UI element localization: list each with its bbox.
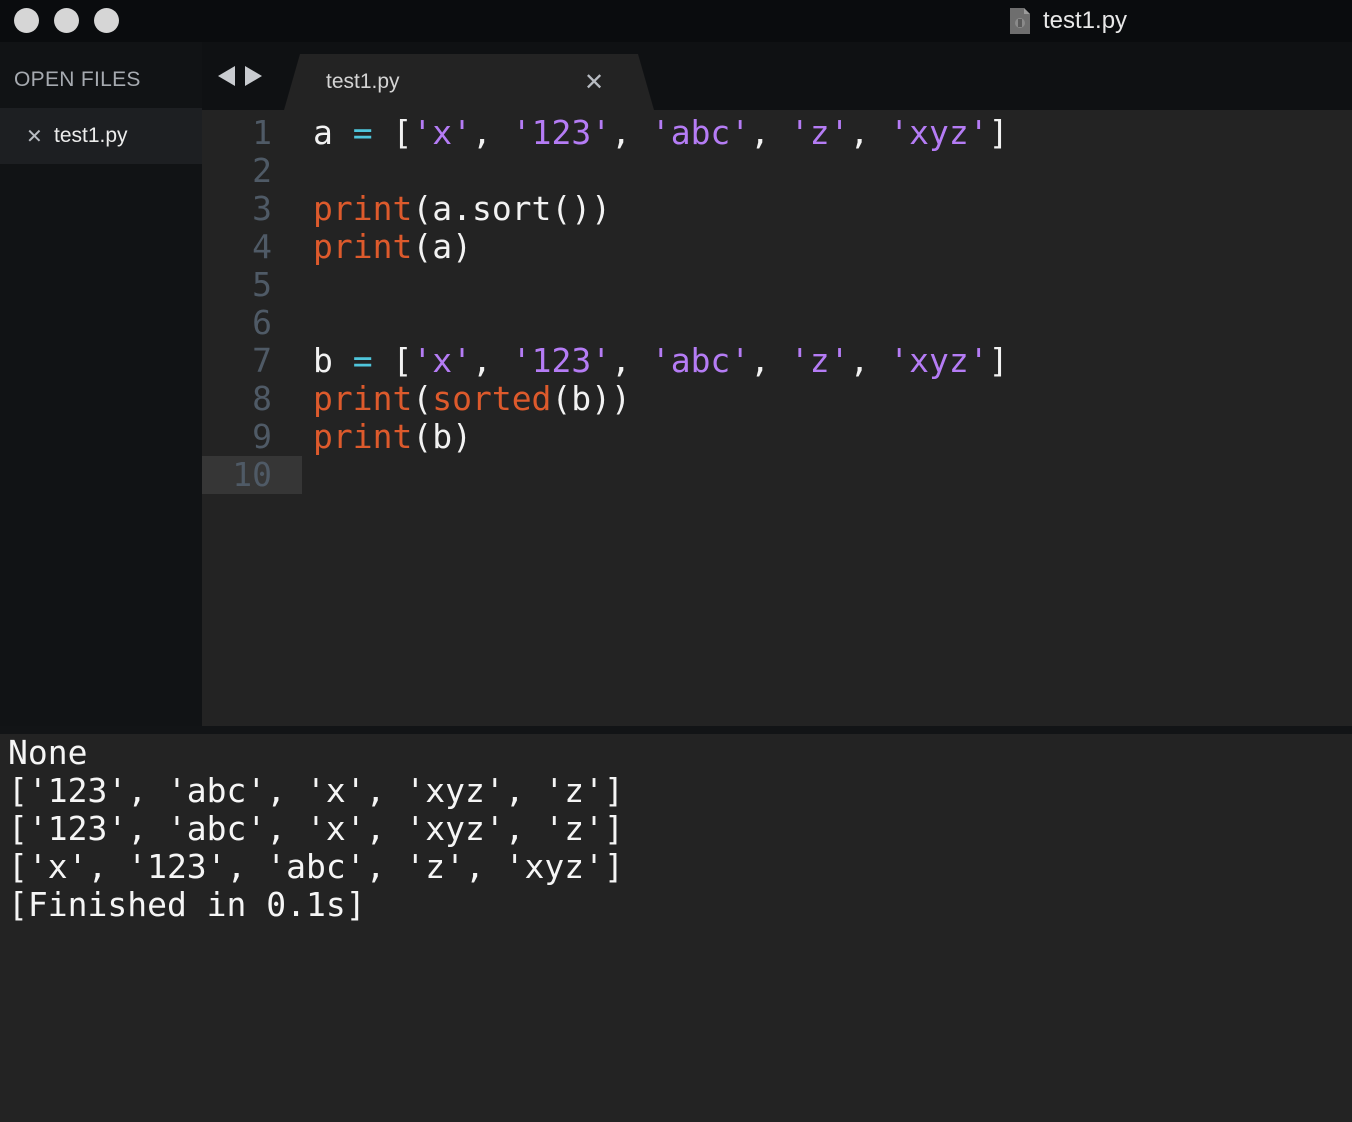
keyword-token: print — [313, 379, 413, 418]
code-text: print(a.sort()) — [313, 190, 611, 228]
text-token: , — [611, 113, 651, 152]
operator-token: = — [352, 341, 373, 380]
line-number: 7 — [252, 341, 272, 380]
output-line: ['x', '123', 'abc', 'z', 'xyz'] — [8, 847, 624, 886]
text-token: (a.sort()) — [412, 189, 612, 228]
line-number: 8 — [252, 379, 272, 418]
output-line: None — [8, 733, 88, 772]
keyword-token: sorted — [432, 379, 552, 418]
build-output-panel: None ['123', 'abc', 'x', 'xyz', 'z'] ['123… — [0, 734, 1352, 1122]
line-number: 2 — [252, 151, 272, 190]
text-token: ] — [988, 341, 1009, 380]
text-token: ] — [988, 113, 1009, 152]
zoom-window-button[interactable] — [94, 8, 119, 33]
line-number: 10 — [232, 455, 272, 494]
close-window-button[interactable] — [14, 8, 39, 33]
text-token: , — [750, 113, 790, 152]
sidebar: OPEN FILES ✕ test1.py — [0, 42, 202, 726]
operator-token: = — [352, 113, 373, 152]
text-token: , — [849, 113, 890, 152]
output-line: [Finished in 0.1s] — [8, 885, 366, 924]
string-token: 'abc' — [650, 113, 751, 152]
keyword-token: print — [313, 227, 413, 266]
panel-divider[interactable] — [0, 726, 1352, 734]
string-token: 'abc' — [650, 341, 751, 380]
code-line[interactable]: 6 — [202, 304, 1352, 342]
line-number: 1 — [252, 113, 272, 152]
code-line[interactable]: 10 — [202, 456, 1352, 494]
title-bar: test1.py — [0, 0, 1352, 42]
window-title: test1.py — [1009, 6, 1127, 36]
string-token: '123' — [511, 113, 612, 152]
keyword-token: print — [313, 189, 413, 228]
code-editor[interactable]: 1a = ['x', '123', 'abc', 'z', 'xyz'] 2 3 pr… — [202, 110, 1352, 726]
text-token: b — [313, 341, 353, 380]
close-icon[interactable]: ✕ — [26, 124, 48, 149]
code-line[interactable]: 3 print(a.sort()) — [202, 190, 1352, 228]
line-number: 5 — [252, 265, 272, 304]
code-line[interactable]: 2 — [202, 152, 1352, 190]
code-text: print(sorted(b)) — [313, 380, 631, 418]
python-file-icon — [1010, 8, 1030, 34]
tab-test1-py[interactable]: test1.py ✕ — [284, 54, 654, 110]
output-line: ['123', 'abc', 'x', 'xyz', 'z'] — [8, 771, 624, 810]
tab-close-icon[interactable]: ✕ — [584, 68, 604, 97]
code-line[interactable]: 1 a = ['x', '123', 'abc', 'z', 'xyz'] — [202, 114, 1352, 152]
keyword-token: print — [313, 417, 413, 456]
string-token: 'x' — [412, 341, 472, 380]
string-token: 'z' — [789, 113, 850, 152]
code-line[interactable]: 8 print(sorted(b)) — [202, 380, 1352, 418]
string-token: '123' — [511, 341, 612, 380]
text-token: , — [750, 341, 790, 380]
sidebar-item-test1-py[interactable]: ✕ test1.py — [0, 108, 202, 164]
sidebar-item-label: test1.py — [54, 124, 128, 147]
string-token: 'z' — [789, 341, 850, 380]
line-number: 4 — [252, 227, 272, 266]
text-token: , — [471, 113, 512, 152]
code-text: a = ['x', '123', 'abc', 'z', 'xyz'] — [313, 114, 1009, 152]
output-line: ['123', 'abc', 'x', 'xyz', 'z'] — [8, 809, 624, 848]
tab-navigation — [218, 66, 262, 86]
text-token: , — [611, 341, 651, 380]
text-token: [ — [372, 113, 413, 152]
text-token: [ — [372, 341, 413, 380]
text-token: , — [471, 341, 512, 380]
string-token: 'xyz' — [889, 113, 989, 152]
code-text: print(b) — [313, 418, 472, 456]
code-line[interactable]: 5 — [202, 266, 1352, 304]
text-token: (b) — [412, 417, 472, 456]
code-text: print(a) — [313, 228, 472, 266]
next-tab-arrow-icon[interactable] — [245, 66, 262, 86]
text-token: (b)) — [551, 379, 631, 418]
string-token: 'x' — [412, 113, 472, 152]
text-token: (a) — [412, 227, 472, 266]
code-line[interactable]: 4 print(a) — [202, 228, 1352, 266]
window-title-label: test1.py — [1043, 7, 1128, 34]
previous-tab-arrow-icon[interactable] — [218, 66, 235, 86]
tab-label: test1.py — [326, 70, 400, 93]
line-number: 9 — [252, 417, 272, 456]
line-number: 6 — [252, 303, 272, 342]
text-token: a — [313, 113, 353, 152]
tab-bar: test1.py ✕ — [202, 42, 1352, 110]
text-token: ( — [412, 379, 433, 418]
text-token: , — [849, 341, 890, 380]
string-token: 'xyz' — [889, 341, 989, 380]
code-line[interactable]: 7 b = ['x', '123', 'abc', 'z', 'xyz'] — [202, 342, 1352, 380]
code-line[interactable]: 9 print(b) — [202, 418, 1352, 456]
code-text: b = ['x', '123', 'abc', 'z', 'xyz'] — [313, 342, 1009, 380]
line-number: 3 — [252, 189, 272, 228]
minimize-window-button[interactable] — [54, 8, 79, 33]
open-files-header: OPEN FILES — [14, 68, 141, 91]
